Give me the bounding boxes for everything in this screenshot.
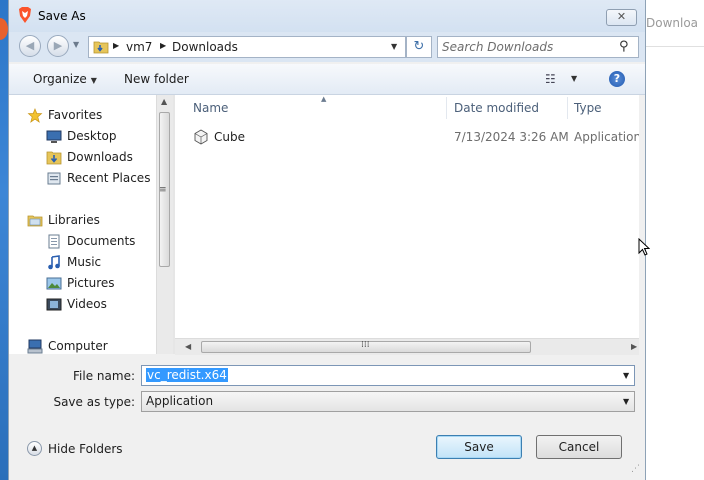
back-button[interactable]: ◀ (19, 35, 41, 57)
scroll-grip-icon: ⁞⁞⁞ (361, 340, 370, 350)
favorites-star-icon (27, 108, 43, 123)
mouse-cursor-icon (638, 238, 650, 256)
background-tab[interactable]: Downloa (646, 10, 704, 36)
title-bar[interactable]: Save As ✕ (9, 0, 645, 32)
breadcrumb-vm7[interactable]: vm7 (126, 40, 152, 54)
view-options-dropdown[interactable]: ▼ (571, 74, 577, 83)
chevron-down-icon[interactable]: ▼ (623, 397, 629, 406)
file-name: Cube (214, 130, 245, 144)
save-as-type-value: Application (146, 394, 214, 408)
libraries-icon (27, 215, 43, 227)
recent-locations-dropdown[interactable]: ▼ (73, 40, 79, 49)
organize-label: Organize (33, 72, 87, 86)
background-divider (646, 46, 704, 47)
search-input[interactable] (442, 39, 617, 55)
file-name-input[interactable]: vc_redist.x64 (146, 368, 228, 382)
file-name-label: File name: (73, 369, 135, 383)
videos-icon (46, 298, 62, 311)
command-toolbar: Organize ▼ New folder ☷ ▼ ? (9, 64, 645, 95)
application-file-icon (194, 129, 208, 145)
address-row: ◀ ▶ ▼ ▶ vm7 ▶ Downloads ▼ ↻ ⚲ (9, 32, 645, 62)
scroll-left-arrow[interactable]: ◀ (185, 342, 191, 351)
column-type[interactable]: Type (574, 101, 602, 115)
search-box[interactable]: ⚲ (437, 36, 639, 58)
close-button[interactable]: ✕ (606, 9, 637, 26)
column-date-modified[interactable]: Date modified (454, 101, 539, 115)
refresh-button[interactable]: ↻ (406, 36, 432, 58)
music-icon (48, 255, 60, 270)
sort-ascending-icon: ▲ (321, 95, 327, 103)
save-as-type-label: Save as type: (53, 395, 135, 409)
pictures-icon (46, 277, 62, 290)
computer-icon (27, 339, 43, 354)
column-divider[interactable] (567, 97, 568, 119)
breadcrumb-separator[interactable]: ▶ (113, 41, 119, 50)
file-date-modified: 7/13/2024 3:26 AM (454, 130, 569, 144)
view-options-icon[interactable]: ☷ (545, 72, 556, 86)
save-as-type-select[interactable]: Application ▼ (141, 391, 635, 412)
breadcrumb-downloads[interactable]: Downloads (172, 40, 238, 54)
file-name-dropdown[interactable]: ▼ (623, 371, 629, 380)
address-dropdown[interactable]: ▼ (391, 42, 397, 51)
background-browser-window: Downloa (646, 0, 704, 480)
scroll-right-arrow[interactable]: ▶ (631, 342, 637, 351)
downloads-icon (46, 151, 62, 165)
file-list: ▲ Name Date modified Type Cube 7/13/2024… (175, 95, 639, 354)
search-icon[interactable]: ⚲ (619, 39, 629, 54)
navigation-pane: Favorites Desktop Downloads Recent Place… (9, 95, 173, 354)
organize-button[interactable]: Organize ▼ (33, 72, 97, 86)
scroll-grip-icon: ≡ (159, 185, 167, 195)
hide-folders-label: Hide Folders (48, 442, 123, 456)
navigation-scrollbar[interactable]: ▲ ≡ (156, 95, 173, 354)
recent-places-icon (47, 172, 61, 185)
breadcrumb-separator[interactable]: ▶ (160, 41, 166, 50)
file-type: Application (574, 130, 639, 144)
documents-icon (48, 234, 60, 249)
resize-grip-icon[interactable]: ⋰ (631, 464, 640, 474)
new-folder-button[interactable]: New folder (124, 72, 189, 86)
table-row[interactable]: Cube 7/13/2024 3:26 AM Application (175, 126, 639, 148)
horizontal-scrollbar[interactable]: ◀ ⁞⁞⁞ ▶ (175, 338, 639, 355)
scroll-up-arrow[interactable]: ▲ (161, 97, 167, 106)
chevron-down-icon: ▼ (90, 76, 97, 85)
breadcrumb[interactable]: ▶ vm7 ▶ Downloads ▼ (88, 36, 406, 58)
save-button[interactable]: Save (436, 435, 522, 459)
chevron-up-icon: ▲ (27, 441, 42, 456)
refresh-icon: ↻ (413, 39, 425, 54)
column-name[interactable]: Name (193, 101, 228, 115)
column-divider[interactable] (446, 97, 447, 119)
save-as-dialog: Save As ✕ ◀ ▶ ▼ ▶ vm7 ▶ Downloads ▼ ↻ ⚲ … (8, 0, 646, 480)
help-button[interactable]: ? (609, 71, 625, 87)
downloads-folder-icon (93, 41, 109, 54)
desktop-icon (46, 130, 62, 143)
column-header: ▲ Name Date modified Type (175, 95, 639, 121)
forward-button[interactable]: ▶ (47, 35, 69, 57)
brave-lion-icon (19, 7, 31, 23)
cancel-button[interactable]: Cancel (536, 435, 622, 459)
dialog-title: Save As (38, 9, 86, 23)
horizontal-scroll-thumb[interactable]: ⁞⁞⁞ (201, 340, 531, 353)
file-name-field[interactable]: vc_redist.x64 ▼ (141, 365, 635, 386)
background-app-icon (0, 18, 8, 40)
